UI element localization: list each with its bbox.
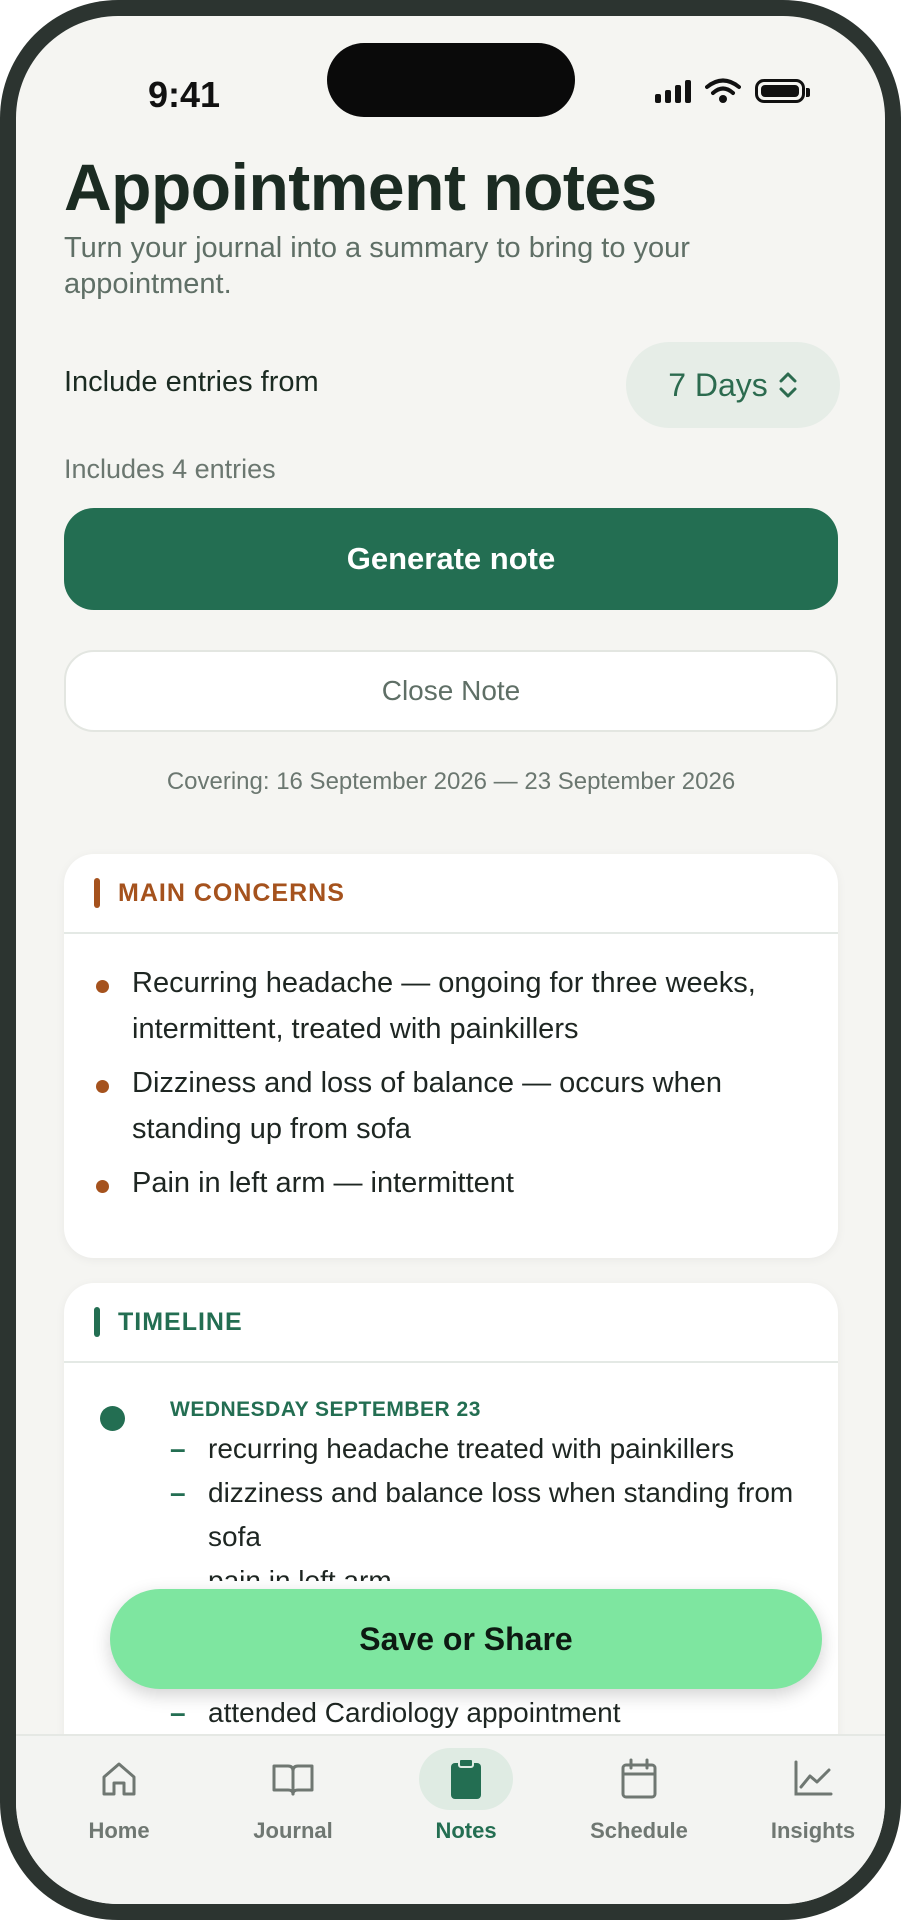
timeline-date: WEDNESDAY SEPTEMBER 23 bbox=[170, 1398, 481, 1421]
entries-count: Includes 4 entries bbox=[64, 454, 276, 484]
tab-label: Notes bbox=[435, 1818, 497, 1843]
section-accent-bar bbox=[94, 878, 100, 908]
range-select-value: 7 Days bbox=[668, 366, 768, 403]
range-select[interactable]: 7 Days bbox=[626, 342, 840, 428]
clipboard-icon bbox=[451, 1758, 481, 1799]
save-share-button[interactable]: Save or Share bbox=[110, 1589, 822, 1689]
page-subtitle: Turn your journal into a summary to brin… bbox=[64, 232, 690, 300]
main-concerns-header: MAIN CONCERNS bbox=[64, 854, 838, 934]
tab-schedule[interactable]: Schedule bbox=[569, 1748, 709, 1844]
page-title: Appointment notes bbox=[64, 150, 657, 224]
close-note-button[interactable]: Close Note bbox=[64, 650, 838, 732]
main-concerns-card: MAIN CONCERNS Recurring headache — ongoi… bbox=[64, 854, 838, 1258]
tab-journal[interactable]: Journal bbox=[223, 1748, 363, 1844]
concern-item: Pain in left arm — intermittent bbox=[96, 1160, 798, 1206]
appointment-notes-screen: Appointment notes Turn your journal into… bbox=[16, 16, 885, 1904]
tab-label: Journal bbox=[253, 1818, 333, 1843]
concern-item: Dizziness and loss of balance — occurs w… bbox=[96, 1060, 798, 1152]
range-label: Include entries from bbox=[64, 366, 319, 398]
tab-label: Home bbox=[88, 1818, 150, 1843]
tab-notes[interactable]: Notes bbox=[396, 1748, 536, 1844]
calendar-icon bbox=[621, 1758, 657, 1799]
timeline-card: TIMELINE WEDNESDAY SEPTEMBER 23 recurrin… bbox=[64, 1283, 838, 1803]
timeline-dot bbox=[100, 1406, 125, 1431]
generate-note-button[interactable]: Generate note bbox=[64, 508, 838, 610]
timeline-item: dizziness and balance loss when standing… bbox=[170, 1471, 810, 1559]
covering-range: Covering: 16 September 2026 — 23 Septemb… bbox=[166, 768, 736, 795]
main-concerns-title: MAIN CONCERNS bbox=[118, 878, 345, 907]
book-icon bbox=[272, 1764, 314, 1796]
tab-insights[interactable]: Insights bbox=[743, 1748, 883, 1844]
tab-home[interactable]: Home bbox=[49, 1748, 189, 1844]
screen: 9:41 Appointment notes Turn your journal… bbox=[16, 16, 885, 1904]
home-icon bbox=[102, 1762, 136, 1796]
tab-bar: Home Journal Notes Schedule Insights bbox=[16, 1734, 885, 1904]
timeline-title: TIMELINE bbox=[118, 1307, 243, 1336]
concern-item: Recurring headache — ongoing for three w… bbox=[96, 960, 798, 1052]
section-accent-bar bbox=[94, 1307, 100, 1337]
timeline-item: pain in left arm bbox=[170, 1559, 810, 1581]
concerns-list: Recurring headache — ongoing for three w… bbox=[64, 934, 838, 1206]
timeline-item: recurring headache treated with painkill… bbox=[170, 1427, 810, 1471]
chart-icon bbox=[794, 1760, 833, 1796]
tab-label: Insights bbox=[770, 1818, 856, 1843]
tab-label: Schedule bbox=[590, 1818, 688, 1843]
timeline-header: TIMELINE bbox=[64, 1283, 838, 1363]
phone-frame: 9:41 Appointment notes Turn your journal… bbox=[0, 0, 901, 1920]
timeline-item: attended Cardiology appointment bbox=[170, 1691, 810, 1735]
chevron-up-down-icon bbox=[779, 372, 797, 398]
